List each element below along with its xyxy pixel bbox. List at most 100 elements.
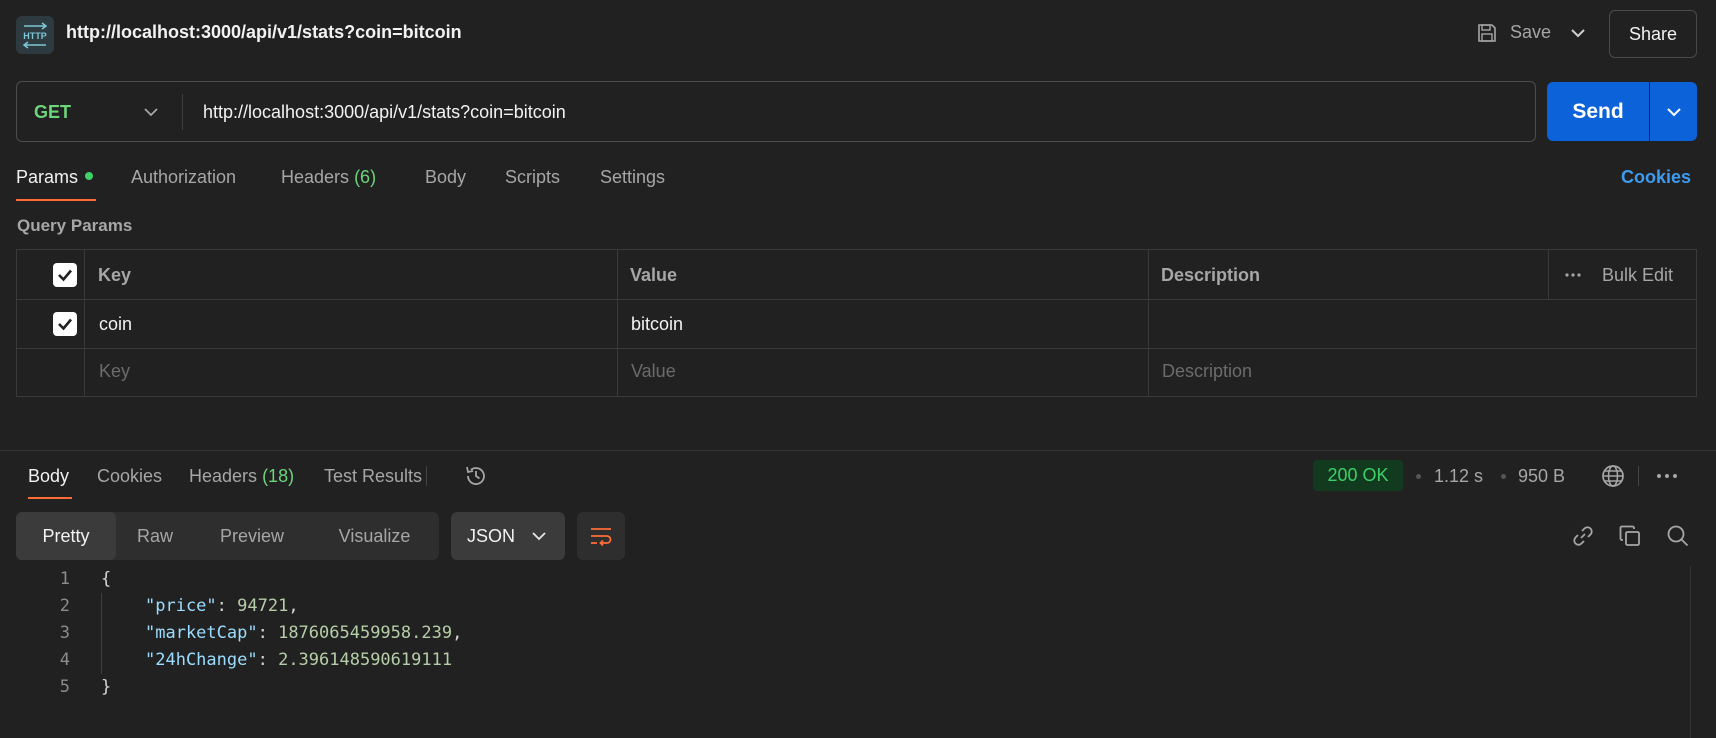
code-line: 1 { (0, 566, 1690, 593)
response-tab-headers-label: Headers (189, 466, 258, 486)
line-number: 3 (59, 623, 70, 643)
code-text: "24hChange": 2.396148590619111 (145, 650, 453, 670)
http-icon-text: HTTP (23, 31, 47, 41)
code-line: 3 "marketCap": 1876065459958.239, (0, 620, 1690, 647)
more-options-icon[interactable] (1564, 272, 1582, 278)
response-tab-headers[interactable]: Headers (18) (189, 466, 294, 487)
share-button[interactable]: Share (1609, 10, 1697, 58)
bulk-edit-button[interactable]: Bulk Edit (1602, 265, 1673, 286)
view-pretty-button[interactable]: Pretty (16, 512, 116, 560)
url-input[interactable]: http://localhost:3000/api/v1/stats?coin=… (203, 102, 566, 123)
request-header: HTTP http://localhost:3000/api/v1/stats?… (0, 0, 1716, 68)
code-line: 4 "24hChange": 2.396148590619111 (0, 647, 1690, 674)
format-select[interactable]: JSON (451, 512, 565, 560)
history-icon[interactable] (463, 463, 489, 489)
code-scrollbar[interactable] (1690, 566, 1691, 738)
response-tab-headers-count: (18) (262, 466, 295, 486)
view-raw-button[interactable]: Raw (116, 512, 194, 560)
response-size[interactable]: 950 B (1518, 466, 1565, 487)
tab-params[interactable]: Params (16, 167, 94, 188)
response-divider (0, 450, 1716, 451)
params-active-dot (85, 172, 94, 181)
meta-separator-dot (1501, 474, 1506, 479)
json-value: 2.396148590619111 (278, 650, 453, 670)
json-key: "24hChange" (145, 650, 258, 670)
wrap-lines-icon (591, 528, 612, 546)
code-text: "marketCap": 1876065459958.239, (145, 623, 463, 643)
url-bar: GET http://localhost:3000/api/v1/stats?c… (16, 81, 1536, 142)
link-icon[interactable] (1571, 524, 1595, 548)
json-comma: , (288, 596, 299, 616)
tab-body[interactable]: Body (425, 167, 466, 188)
meta-separator (1638, 466, 1639, 486)
code-text: "price": 94721, (145, 596, 299, 616)
save-icon[interactable] (1476, 22, 1498, 44)
status-badge[interactable]: 200 OK (1313, 460, 1403, 491)
save-button[interactable]: Save (1510, 22, 1551, 43)
check-icon (58, 318, 72, 331)
send-options-button[interactable] (1650, 82, 1697, 141)
response-time[interactable]: 1.12 s (1434, 466, 1483, 487)
query-params-title: Query Params (17, 216, 133, 235)
tab-headers[interactable]: Headers (6) (281, 167, 376, 188)
query-params-table: Key Value Description Bulk Edit coin bit… (16, 249, 1697, 397)
new-param-value-input[interactable]: Value (631, 361, 676, 382)
new-param-key-input[interactable]: Key (99, 361, 130, 382)
column-description: Description (1161, 265, 1261, 285)
search-icon[interactable] (1666, 524, 1690, 548)
param-value-cell[interactable]: bitcoin (631, 314, 683, 335)
check-icon (58, 269, 72, 282)
param-row-checkbox[interactable] (53, 312, 77, 336)
response-tab-cookies[interactable]: Cookies (97, 466, 162, 487)
new-param-description-input[interactable]: Description (1162, 361, 1252, 382)
tab-authorization[interactable]: Authorization (131, 167, 236, 188)
response-body-code[interactable]: 1 { 2 "price": 94721, 3 "marketCap": 187… (0, 566, 1690, 701)
json-value: 1876065459958.239 (278, 623, 453, 643)
meta-separator-dot (1416, 474, 1421, 479)
tab-scripts[interactable]: Scripts (505, 167, 560, 188)
save-options-chevron-down-icon[interactable] (1570, 26, 1586, 40)
globe-icon[interactable] (1600, 463, 1626, 489)
response-tab-body[interactable]: Body (28, 466, 69, 487)
table-divider (1548, 250, 1549, 299)
method-chevron-down-icon[interactable] (143, 105, 159, 119)
code-line: 2 "price": 94721, (0, 593, 1690, 620)
indent-guide (101, 593, 102, 674)
url-divider (182, 94, 183, 130)
code-text: { (101, 569, 112, 589)
request-title[interactable]: http://localhost:3000/api/v1/stats?coin=… (66, 22, 462, 43)
response-tab-separator (426, 466, 427, 486)
tab-settings[interactable]: Settings (600, 167, 665, 188)
send-chevron-down-icon (1666, 107, 1681, 116)
line-number: 4 (59, 650, 70, 670)
code-text: } (101, 677, 112, 697)
method-select[interactable]: GET (34, 102, 71, 123)
table-divider (617, 250, 618, 396)
format-select-label: JSON (467, 525, 516, 546)
table-divider (17, 348, 1696, 349)
table-divider (1148, 250, 1149, 396)
response-tab-test-results[interactable]: Test Results (324, 466, 422, 487)
copy-icon[interactable] (1618, 524, 1642, 548)
table-divider (17, 299, 1696, 300)
json-comma: , (452, 623, 463, 643)
send-button[interactable]: Send (1547, 82, 1649, 141)
http-icon: HTTP (16, 16, 54, 54)
response-tab-body-indicator (28, 497, 72, 499)
json-key: "marketCap" (145, 623, 258, 643)
tab-headers-count: (6) (354, 167, 377, 187)
param-key-cell[interactable]: coin (99, 314, 132, 335)
line-number: 5 (59, 677, 70, 697)
cookies-link[interactable]: Cookies (1621, 167, 1691, 188)
response-more-options-icon[interactable] (1655, 466, 1679, 486)
line-number: 1 (59, 569, 70, 589)
select-all-checkbox[interactable] (53, 263, 77, 287)
tab-params-indicator (16, 199, 96, 201)
view-preview-button[interactable]: Preview (194, 512, 310, 560)
line-number: 2 (59, 596, 70, 616)
json-value: 94721 (237, 596, 289, 616)
view-visualize-button[interactable]: Visualize (310, 512, 439, 560)
column-key: Key (98, 265, 132, 285)
tab-headers-label: Headers (281, 167, 350, 187)
wrap-lines-button[interactable] (577, 512, 625, 560)
